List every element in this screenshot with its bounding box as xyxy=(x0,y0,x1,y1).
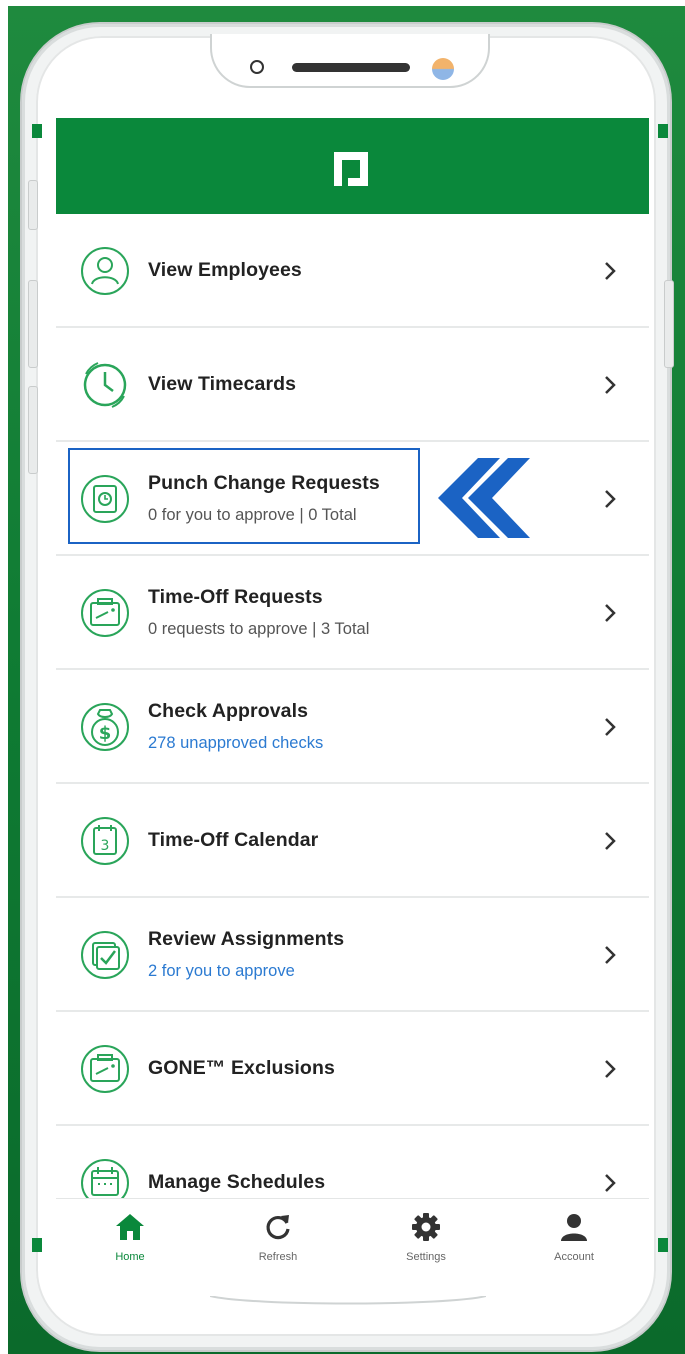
chevron-right-icon xyxy=(605,1174,616,1192)
person-icon xyxy=(561,1214,587,1241)
menu-item-title: View Timecards xyxy=(148,372,297,395)
menu-item-view-employees[interactable]: View Employees xyxy=(56,214,649,328)
tab-settings[interactable]: Settings xyxy=(352,1199,500,1279)
menu-item-title: View Employees xyxy=(148,258,302,281)
menu-item-title: Time-Off Requests xyxy=(148,586,323,608)
menu-item-check-approvals[interactable]: $ Check Approvals 278 unapproved checks xyxy=(56,670,649,784)
side-accent-right-top xyxy=(658,124,668,138)
chevron-right-icon xyxy=(605,490,616,508)
menu-item-subtitle: 0 requests to approve | 3 Total xyxy=(148,620,370,638)
tab-label: Settings xyxy=(406,1251,446,1263)
menu-item-manage-schedules[interactable]: Manage Schedules xyxy=(56,1126,649,1204)
menu-item-view-timecards[interactable]: View Timecards xyxy=(56,328,649,442)
app-header xyxy=(56,118,649,214)
speaker-grille xyxy=(292,63,410,72)
employee-icon xyxy=(81,247,129,295)
svg-text:$: $ xyxy=(99,723,112,744)
home-icon xyxy=(116,1214,144,1240)
menu-item-title: Time-Off Calendar xyxy=(148,828,319,851)
menu-item-punch-change-requests[interactable]: Punch Change Requests 0 for you to appro… xyxy=(56,442,649,556)
menu-item-time-off-requests[interactable]: Time-Off Requests 0 requests to approve … xyxy=(56,556,649,670)
tab-label: Refresh xyxy=(258,1251,298,1263)
side-accent-right-bottom xyxy=(658,1238,668,1252)
calendar-icon: 3 xyxy=(81,817,129,865)
chevron-right-icon xyxy=(605,376,616,394)
paylocity-logo-icon xyxy=(334,152,368,186)
menu-item-gone-exclusions[interactable]: GONE™ Exclusions xyxy=(56,1012,649,1126)
menu-item-time-off-calendar[interactable]: 3 Time-Off Calendar xyxy=(56,784,649,898)
side-accent-left-top xyxy=(32,124,42,138)
menu-item-title: Review Assignments xyxy=(148,928,345,950)
timecard-clock-icon xyxy=(83,362,127,408)
tab-account[interactable]: Account xyxy=(500,1199,648,1279)
time-off-ticket-icon xyxy=(81,589,129,637)
double-chevron-left-icon xyxy=(438,458,530,538)
bottom-tab-bar: Home Refresh Settings Account xyxy=(56,1198,649,1279)
chevron-right-icon xyxy=(605,946,616,964)
side-accent-left-bottom xyxy=(32,1238,42,1252)
tab-label: Home xyxy=(115,1251,145,1263)
camera-icon xyxy=(250,60,264,74)
menu-item-title: GONE™ Exclusions xyxy=(148,1056,335,1079)
chevron-right-icon xyxy=(605,718,616,736)
svg-text:3: 3 xyxy=(101,838,110,854)
highlight-box xyxy=(68,448,420,544)
volume-down-button xyxy=(28,386,38,474)
checklist-icon xyxy=(81,931,129,979)
exclusion-ticket-icon xyxy=(81,1045,129,1093)
mute-switch xyxy=(28,180,38,230)
menu-item-title: Check Approvals xyxy=(148,700,309,722)
volume-up-button xyxy=(28,280,38,368)
chevron-right-icon xyxy=(605,604,616,622)
power-button xyxy=(664,280,674,368)
menu-item-review-assignments[interactable]: Review Assignments 2 for you to approve xyxy=(56,898,649,1012)
menu-item-title: Manage Schedules xyxy=(148,1170,326,1193)
chevron-right-icon xyxy=(605,262,616,280)
tab-label: Account xyxy=(554,1251,594,1263)
money-bag-icon: $ xyxy=(81,703,129,751)
app-screen: View Employees View Timecards Punch Chan… xyxy=(56,118,649,1204)
menu-list: View Employees View Timecards Punch Chan… xyxy=(56,214,649,1204)
menu-item-subtitle[interactable]: 278 unapproved checks xyxy=(148,734,323,753)
sensor-icon xyxy=(432,58,454,80)
tab-refresh[interactable]: Refresh xyxy=(204,1199,352,1279)
menu-item-subtitle[interactable]: 2 for you to approve xyxy=(148,962,295,981)
bottom-bezel-curve xyxy=(210,1296,486,1305)
gear-icon xyxy=(412,1213,440,1241)
chevron-right-icon xyxy=(605,832,616,850)
chevron-right-icon xyxy=(605,1060,616,1078)
refresh-icon xyxy=(266,1215,290,1240)
tab-home[interactable]: Home xyxy=(56,1199,204,1279)
